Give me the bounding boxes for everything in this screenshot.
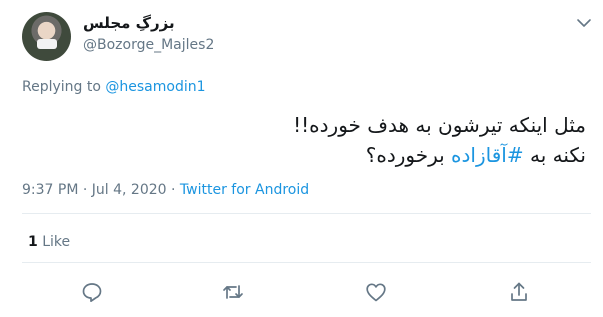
author-handle[interactable]: @Bozorge_Majles2 [83,37,214,53]
tweet-line-1: مثل اینکه تیرشون به هدف خورده!! [293,113,586,137]
like-count-label: Like [42,234,71,250]
like-icon[interactable] [364,280,388,304]
hashtag-link[interactable]: #آقازاده [451,143,524,167]
tweet-time[interactable]: 9:37 PM [22,182,78,198]
divider [22,213,591,214]
divider [22,262,591,263]
meta-separator: · [171,182,176,198]
retweet-icon[interactable] [221,280,245,304]
chevron-down-icon[interactable] [575,14,593,32]
tweet-line-2-suffix: برخورده؟ [365,143,445,167]
author-display-name[interactable]: بزرگِ مجلس [83,14,175,32]
reply-mention-link[interactable]: @hesamodin1 [105,79,205,95]
reply-icon[interactable] [80,280,104,304]
share-icon[interactable] [507,280,531,304]
replying-to: Replying to @hesamodin1 [22,79,206,95]
avatar[interactable] [22,12,71,61]
tweet-text: مثل اینکه تیرشون به هدف خورده!! نکنه به … [26,110,586,170]
tweet-meta: 9:37 PM · Jul 4, 2020 · Twitter for Andr… [22,182,309,198]
tweet-line-2: نکنه به #آقازاده برخورده؟ [26,140,586,170]
meta-separator: · [82,182,88,198]
likes-count[interactable]: 1 Like [28,234,70,250]
tweet-line-2-prefix: نکنه به [529,143,586,167]
tweet-source-link[interactable]: Twitter for Android [180,182,309,198]
replying-to-label: Replying to [22,79,101,95]
tweet-date[interactable]: Jul 4, 2020 [92,182,167,198]
like-count-value: 1 [28,234,38,250]
